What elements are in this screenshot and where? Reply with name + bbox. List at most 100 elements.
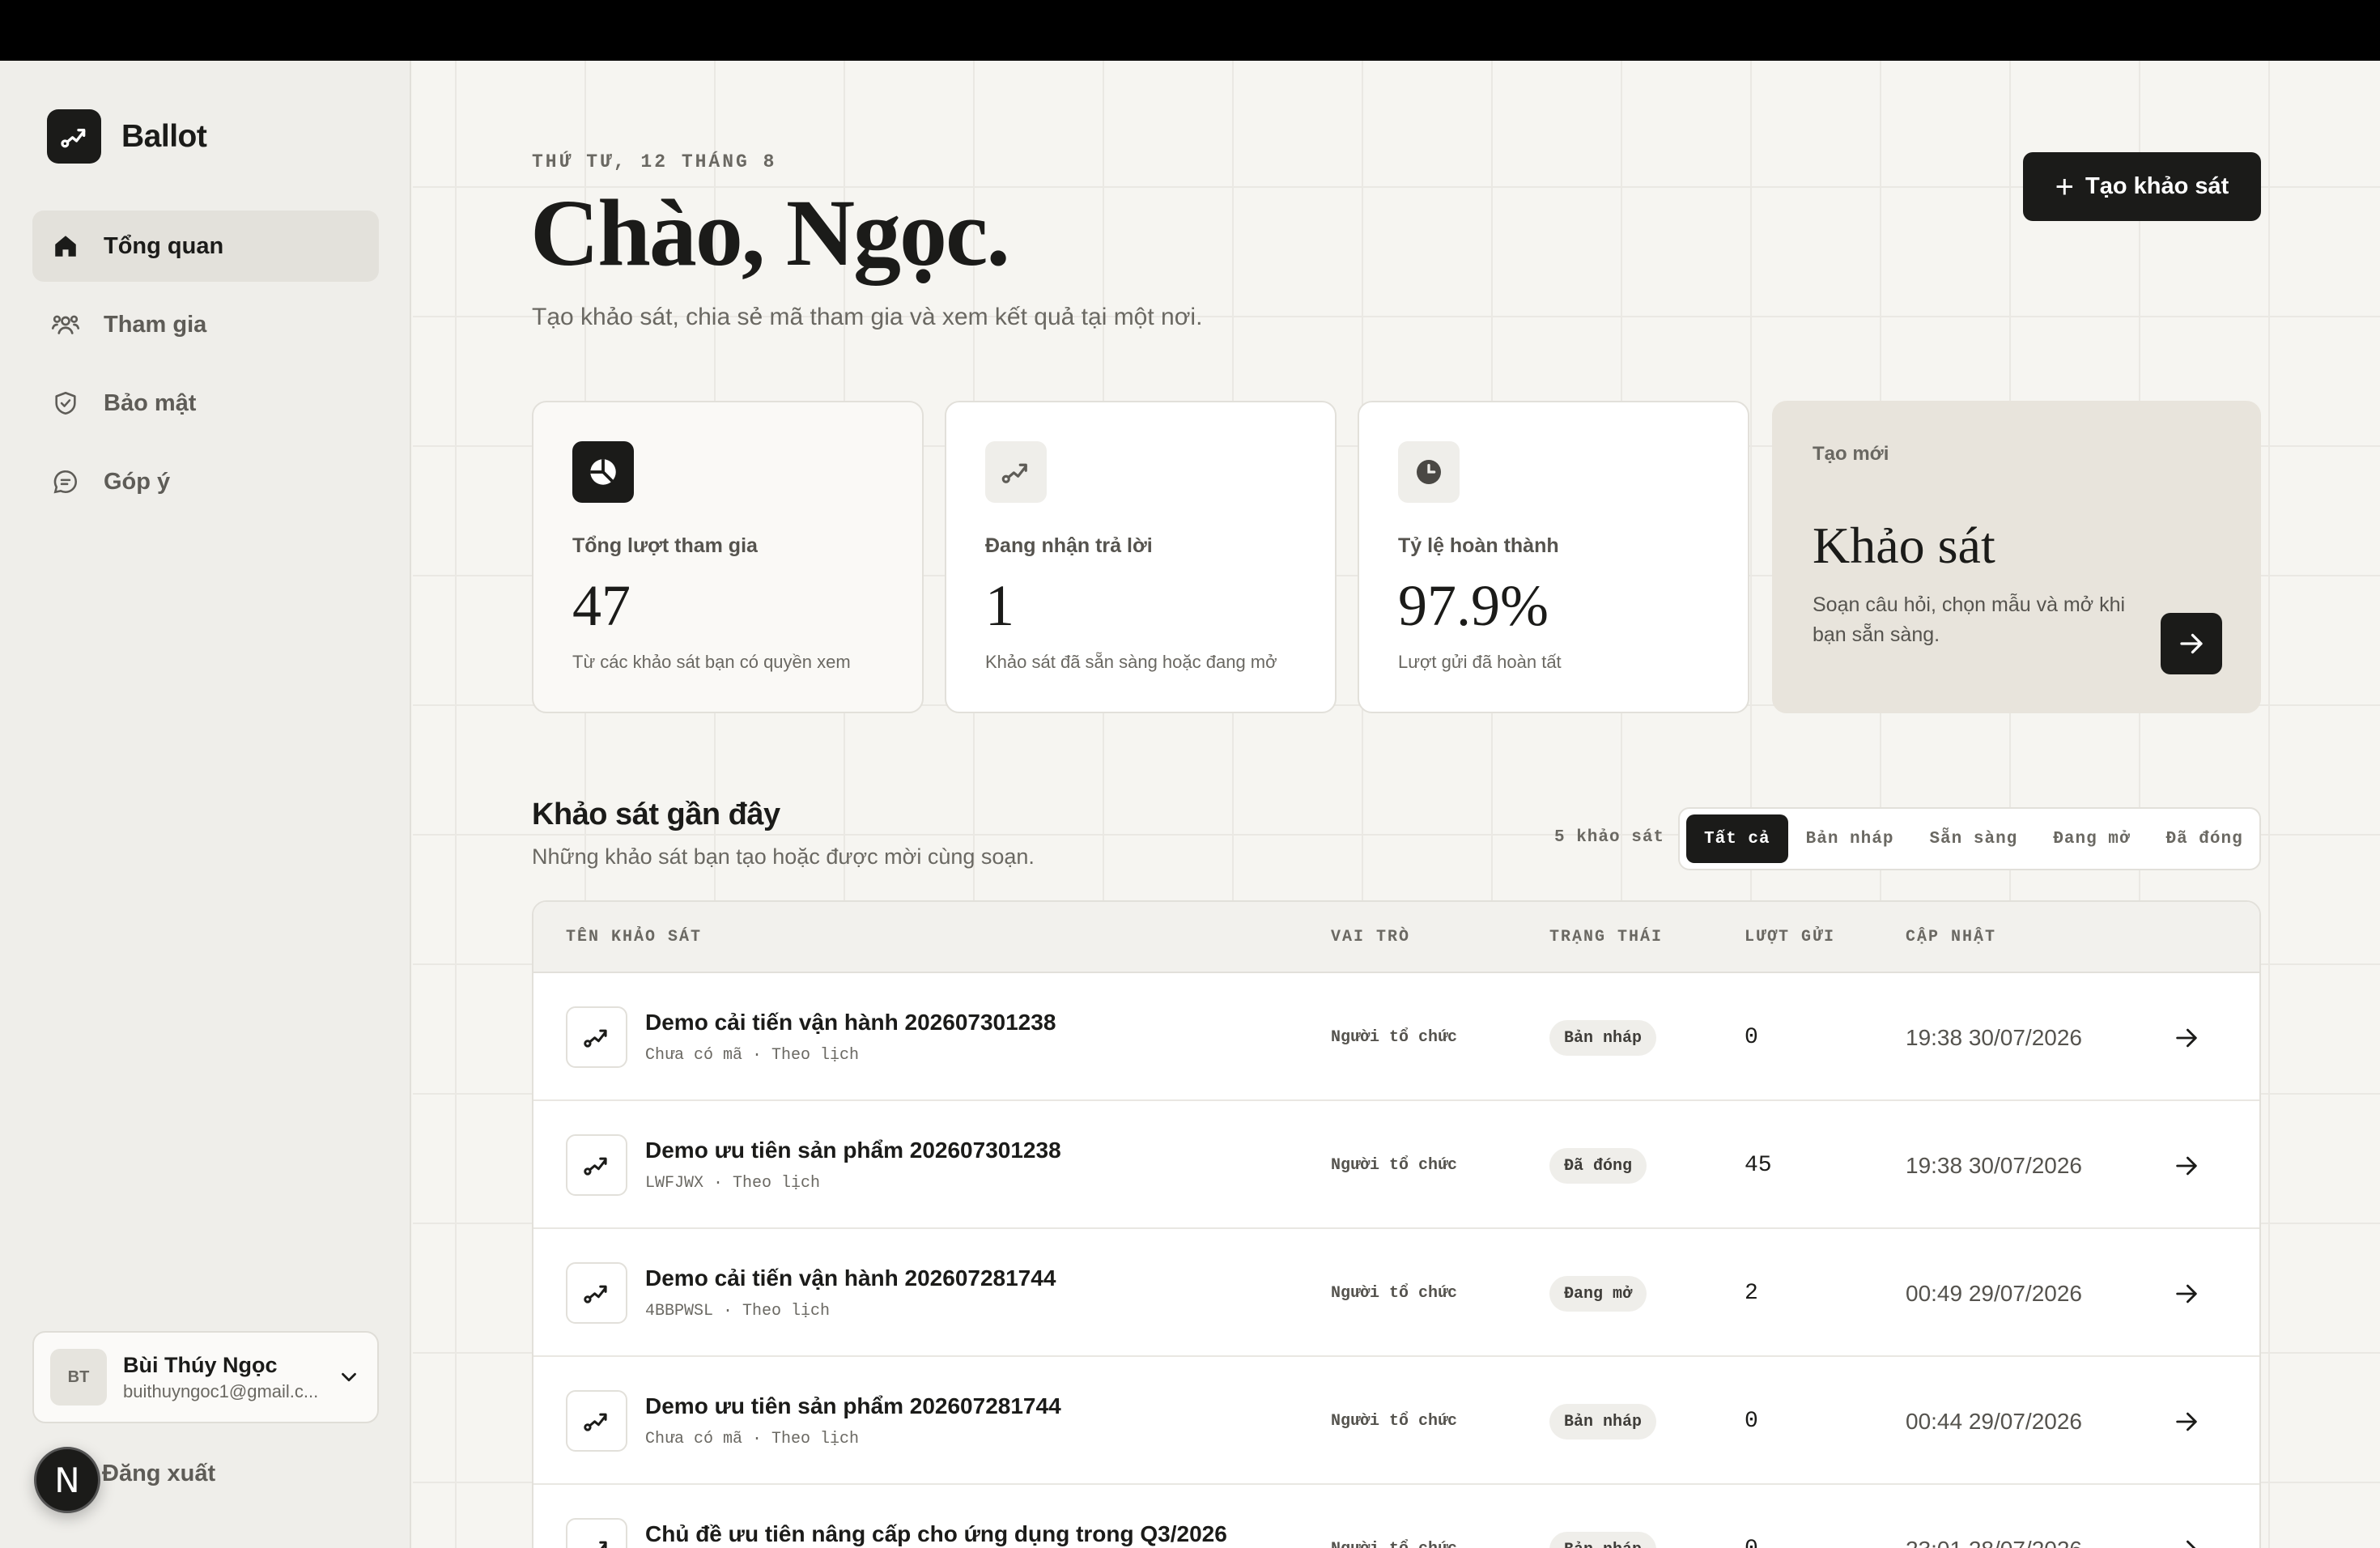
- sidebar-item-overview[interactable]: Tổng quan: [32, 211, 379, 282]
- table-body: Demo cải tiến vận hành 202607301238 Chưa…: [533, 973, 2259, 1548]
- stat-label: Tổng lượt tham gia: [572, 534, 758, 557]
- survey-trend-icon: [566, 1134, 627, 1196]
- stat-note: Từ các khảo sát bạn có quyền xem: [572, 652, 851, 672]
- sidebar-nav: Tổng quan Tham gia Bảo mật Góp ý: [32, 211, 379, 525]
- arrow-right-icon[interactable]: [2170, 1406, 2203, 1438]
- stat-value: 97.9%: [1398, 573, 1549, 638]
- section-title: Khảo sát gần đây: [532, 797, 780, 831]
- table-header: TÊN KHẢO SÁT VAI TRÒ TRẠNG THÁI LƯỢT GỬI…: [533, 902, 2259, 973]
- new-survey-card[interactable]: Tạo mới Khảo sát Soạn câu hỏi, chọn mẫu …: [1772, 401, 2261, 713]
- survey-updated: 19:38 30/07/2026: [1906, 1025, 2082, 1050]
- stat-label: Đang nhận trả lời: [985, 534, 1153, 557]
- table-row[interactable]: Demo cải tiến vận hành 202607281744 4BBP…: [533, 1229, 2259, 1357]
- new-card-eyebrow: Tạo mới: [1813, 443, 1889, 465]
- survey-role: Người tổ chức: [1331, 1028, 1458, 1047]
- status-badge: Bản nháp: [1549, 1404, 1657, 1440]
- survey-role: Người tổ chức: [1331, 1156, 1458, 1175]
- filter-ready[interactable]: Sẵn sàng: [1911, 814, 2035, 863]
- user-menu[interactable]: BT Bùi Thúy Ngọc buithuyngoc1@gmail.c...: [32, 1331, 379, 1423]
- survey-role: Người tổ chức: [1331, 1284, 1458, 1303]
- table-row[interactable]: Chủ đề ưu tiên nâng cấp cho ứng dụng tro…: [533, 1485, 2259, 1548]
- top-black-bar: [0, 0, 2380, 61]
- chat-icon: [50, 466, 81, 497]
- sidebar-item-label: Bảo mật: [104, 389, 197, 416]
- survey-updated: 00:49 29/07/2026: [1906, 1281, 2082, 1306]
- stat-value: 47: [572, 573, 631, 638]
- sidebar-item-label: Góp ý: [104, 468, 171, 495]
- table-row[interactable]: Demo ưu tiên sản phẩm 202607281744 Chưa …: [533, 1357, 2259, 1485]
- survey-submissions: 0: [1745, 1025, 1758, 1050]
- shield-icon: [50, 388, 81, 419]
- user-info: Bùi Thúy Ngọc buithuyngoc1@gmail.c...: [123, 1353, 329, 1402]
- survey-title[interactable]: Demo cải tiến vận hành 202607301238: [645, 1010, 1056, 1036]
- survey-role: Người tổ chức: [1331, 1540, 1457, 1548]
- survey-meta: Chưa có mã · Theo lịch: [645, 1430, 860, 1448]
- brand[interactable]: Ballot: [47, 109, 207, 164]
- sidebar-item-participate[interactable]: Tham gia: [32, 289, 379, 360]
- plus-icon: +: [2055, 168, 2075, 205]
- arrow-right-icon[interactable]: [2170, 1022, 2203, 1054]
- status-badge: Bản nháp: [1549, 1532, 1657, 1548]
- survey-submissions: 0: [1745, 1409, 1758, 1434]
- stat-label: Tỷ lệ hoàn thành: [1398, 534, 1559, 557]
- survey-meta: 4BBPWSL · Theo lịch: [645, 1302, 831, 1320]
- survey-meta: Chưa có mã · Theo lịch: [645, 1046, 860, 1065]
- page-title: Chào, Ngọc.: [530, 180, 1010, 286]
- section-subtitle: Những khảo sát bạn tạo hoặc được mời cùn…: [532, 844, 1035, 869]
- create-survey-label: Tạo khảo sát: [2085, 173, 2229, 199]
- arrow-right-icon[interactable]: [2170, 1278, 2203, 1310]
- stat-card-open: Đang nhận trả lời 1 Khảo sát đã sẵn sàng…: [945, 401, 1337, 713]
- brand-logo-icon: [47, 109, 101, 164]
- filter-closed[interactable]: Đã đóng: [2148, 814, 2261, 863]
- user-email: buithuyngoc1@gmail.c...: [123, 1380, 319, 1401]
- filter-draft[interactable]: Bản nháp: [1788, 814, 1912, 863]
- arrow-right-icon[interactable]: [2170, 1533, 2203, 1548]
- survey-count: 5 khảo sát: [1554, 828, 1665, 847]
- table-row[interactable]: Demo ưu tiên sản phẩm 202607301238 LWFJW…: [533, 1101, 2259, 1229]
- survey-trend-icon: [566, 1518, 627, 1548]
- filter-open[interactable]: Đang mở: [2035, 814, 2148, 863]
- status-badge: Đang mở: [1549, 1276, 1647, 1312]
- survey-updated: 19:38 30/07/2026: [1906, 1153, 2082, 1178]
- new-card-description: Soạn câu hỏi, chọn mẫu và mở khi bạn sẵn…: [1813, 593, 2126, 646]
- survey-meta: LWFJWX · Theo lịch: [645, 1174, 821, 1193]
- users-icon: [50, 309, 81, 340]
- arrow-right-icon[interactable]: [2161, 613, 2222, 674]
- logout-label: Đăng xuất: [102, 1460, 216, 1486]
- home-icon: [50, 231, 81, 262]
- status-filter-tabs: Tất cả Bản nháp Sẵn sàng Đang mở Đã đóng: [1678, 807, 2261, 870]
- main-content: THỨ TƯ, 12 THÁNG 8 Chào, Ngọc. Tạo khảo …: [413, 61, 2380, 1548]
- survey-updated: 00:44 29/07/2026: [1906, 1409, 2082, 1434]
- current-date: THỨ TƯ, 12 THÁNG 8: [532, 151, 777, 172]
- new-card-title: Khảo sát: [1813, 517, 1995, 574]
- survey-title[interactable]: Demo cải tiến vận hành 202607281744: [645, 1265, 1056, 1291]
- sidebar-item-security[interactable]: Bảo mật: [32, 368, 379, 439]
- dev-indicator-badge[interactable]: N: [34, 1447, 100, 1513]
- trend-icon: [985, 441, 1047, 503]
- avatar: BT: [50, 1349, 107, 1406]
- sidebar-item-label: Tham gia: [104, 311, 207, 338]
- chevron-down-icon[interactable]: [337, 1365, 361, 1393]
- page-subtitle: Tạo khảo sát, chia sẻ mã tham gia và xem…: [532, 304, 1203, 330]
- survey-title[interactable]: Chủ đề ưu tiên nâng cấp cho ứng dụng tro…: [645, 1521, 1227, 1547]
- brand-name: Ballot: [121, 118, 207, 154]
- survey-role: Người tổ chức: [1331, 1412, 1458, 1431]
- survey-title[interactable]: Demo ưu tiên sản phẩm 202607281744: [645, 1393, 1061, 1419]
- table-row[interactable]: Demo cải tiến vận hành 202607301238 Chưa…: [533, 973, 2259, 1101]
- survey-trend-icon: [566, 1006, 627, 1068]
- arrow-right-icon[interactable]: [2170, 1150, 2203, 1182]
- column-header: LƯỢT GỬI: [1745, 928, 1836, 946]
- column-header: TRẠNG THÁI: [1549, 928, 1664, 946]
- sidebar: Ballot Tổng quan Tham gia Bảo mật Góp ý: [0, 61, 411, 1548]
- status-badge: Bản nháp: [1549, 1020, 1657, 1056]
- stat-value: 1: [985, 573, 1014, 638]
- column-header: CẬP NHẬT: [1906, 928, 1997, 946]
- stat-note: Khảo sát đã sẵn sàng hoặc đang mở: [985, 652, 1277, 672]
- column-header: VAI TRÒ: [1331, 928, 1411, 946]
- create-survey-button[interactable]: + Tạo khảo sát: [2023, 152, 2261, 221]
- filter-all[interactable]: Tất cả: [1686, 814, 1788, 863]
- survey-title[interactable]: Demo ưu tiên sản phẩm 202607301238: [645, 1138, 1061, 1163]
- sidebar-item-feedback[interactable]: Góp ý: [32, 446, 379, 517]
- pie-chart-icon: [572, 441, 634, 503]
- surveys-table: TÊN KHẢO SÁT VAI TRÒ TRẠNG THÁI LƯỢT GỬI…: [532, 900, 2261, 1548]
